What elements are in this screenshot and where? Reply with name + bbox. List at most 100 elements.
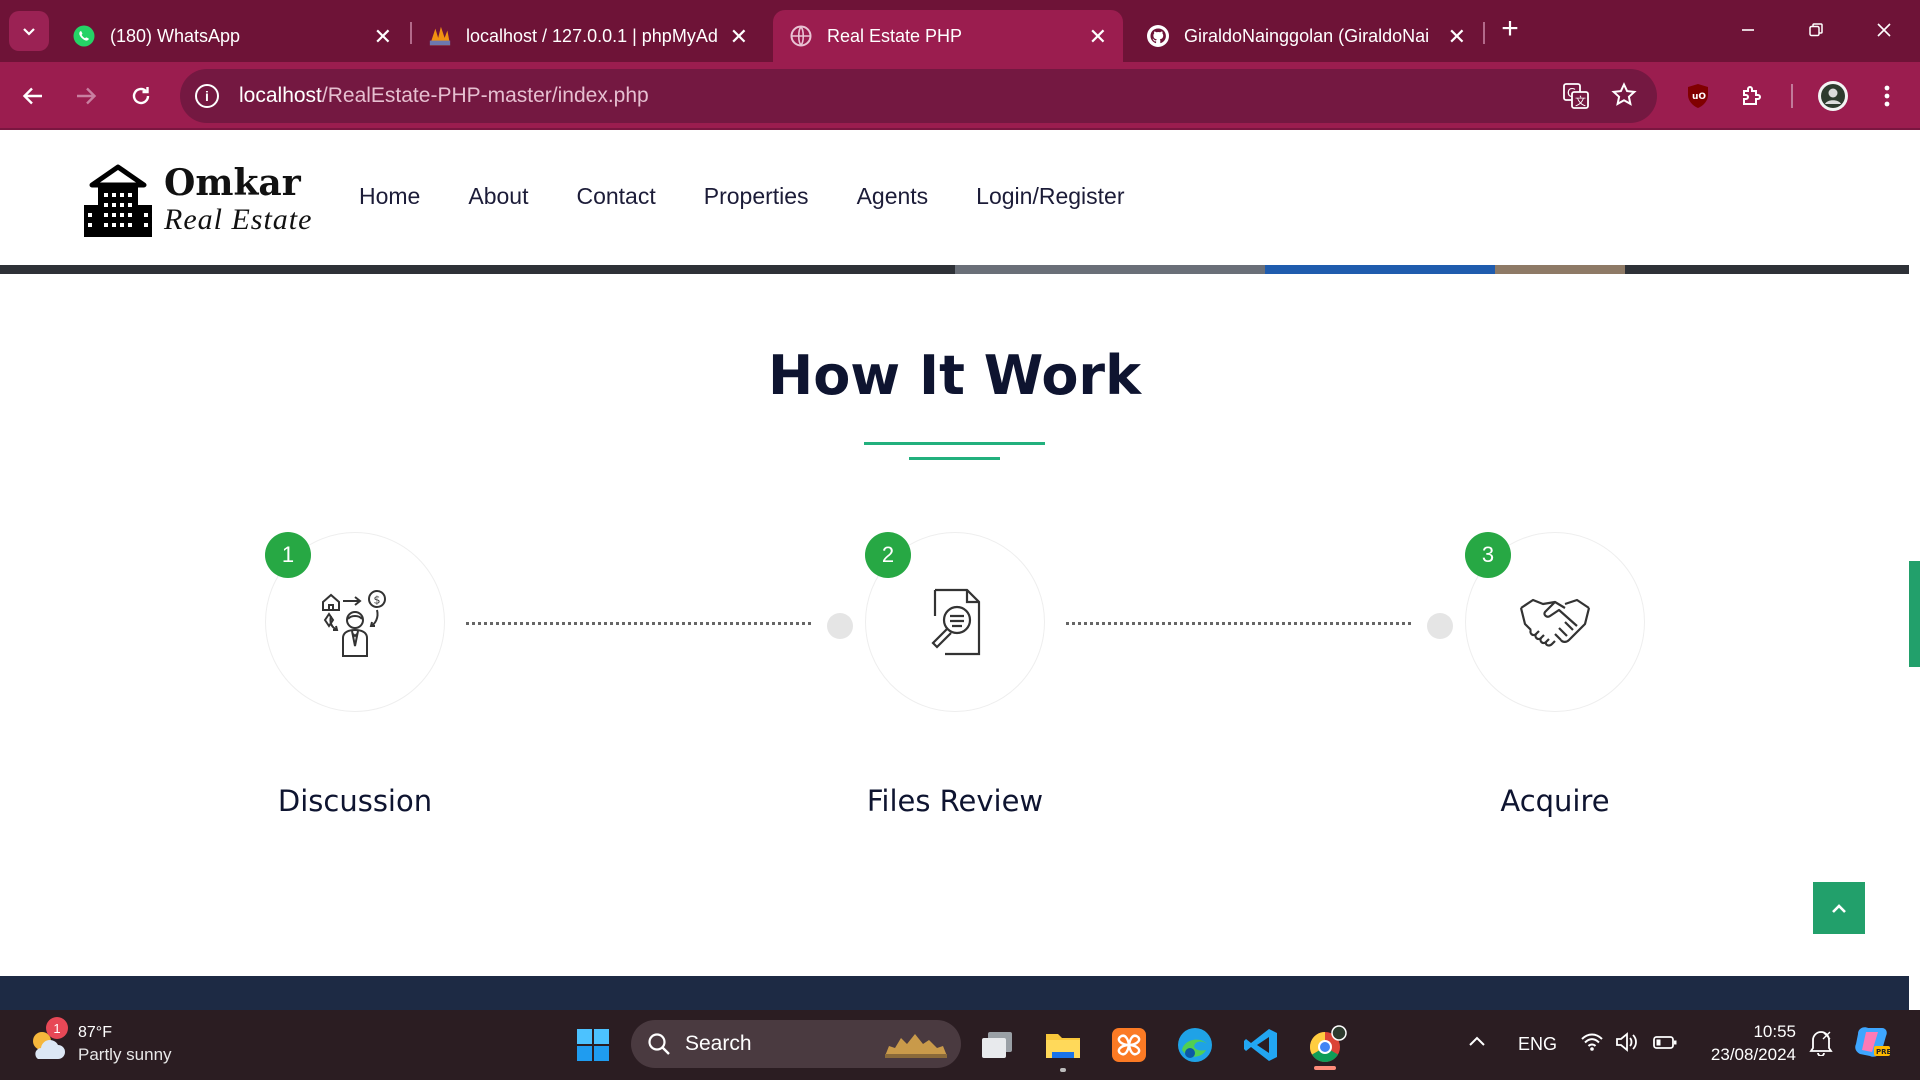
page-footer-edge [0,976,1909,1010]
step-connector [466,622,811,625]
tab-title: GiraldoNainggolan (GiraldoNai [1184,25,1430,46]
weather-widget[interactable]: 1 87°F Partly sunny [28,1017,172,1066]
close-window-button[interactable] [1864,10,1904,50]
search-icon [648,1033,670,1055]
ublock-origin-icon[interactable]: uO [1676,74,1720,118]
svg-text:$: $ [374,594,381,607]
file-explorer-button[interactable] [1041,1023,1085,1067]
windows-logo-icon [577,1029,609,1061]
plus-icon: + [1501,12,1519,45]
step-label-acquire: Acquire [1500,784,1610,818]
nav-link-about[interactable]: About [468,183,528,210]
reload-icon [132,87,150,105]
battery-icon[interactable] [1652,1032,1678,1057]
wifi-icon[interactable] [1580,1032,1604,1057]
taskbar-search[interactable]: Search [631,1020,961,1068]
input-language[interactable]: ENG [1518,1034,1557,1055]
restore-icon [1809,23,1823,37]
tab-whatsapp[interactable]: (180) WhatsApp ✕ [56,10,408,62]
nav-link-properties[interactable]: Properties [704,183,809,210]
page-scrollbar[interactable] [1909,131,1920,976]
notification-bell-icon[interactable] [1808,1028,1834,1061]
address-bar[interactable]: i localhost/RealEstate-PHP-master/index.… [180,69,1657,123]
step-number-badge: 1 [265,532,311,578]
step-connector-node [827,613,853,639]
tab-github[interactable]: GiraldoNainggolan (GiraldoNai ✕ [1130,10,1482,62]
url-path: /RealEstate-PHP-master/index.php [321,84,649,107]
close-icon[interactable]: ✕ [1089,24,1107,50]
tab-real-estate[interactable]: Real Estate PHP ✕ [773,10,1123,62]
back-to-top-button[interactable] [1813,882,1865,934]
volume-icon[interactable] [1615,1032,1639,1057]
partly-sunny-icon: 1 [28,1017,68,1063]
step-connector [1066,622,1411,625]
chevron-up-icon [1832,904,1846,913]
start-button[interactable] [571,1023,615,1067]
main-navigation: Home About Contact Properties Agents Log… [359,183,1172,210]
nav-link-login-register[interactable]: Login/Register [976,183,1124,210]
step-number-badge: 2 [865,532,911,578]
nav-link-home[interactable]: Home [359,183,420,210]
reload-button[interactable] [119,74,163,118]
edge-icon [1178,1028,1212,1062]
nav-link-contact[interactable]: Contact [576,183,655,210]
arrow-left-icon [22,87,42,105]
weather-text: 87°F Partly sunny [78,1022,172,1066]
xampp-icon [1112,1028,1146,1062]
browser-tab-bar: (180) WhatsApp ✕ localhost / 127.0.0.1 |… [0,0,1920,62]
site-info-icon[interactable]: i [195,84,219,108]
step-connector-node [1427,613,1453,639]
brand-name: Omkar [164,162,301,204]
step-number-badge: 3 [1465,532,1511,578]
weather-temperature: 87°F [78,1024,112,1041]
close-icon[interactable]: ✕ [730,24,748,50]
tab-phpmyadmin[interactable]: localhost / 127.0.0.1 | phpMyAd ✕ [412,10,764,62]
section-title: How It Work [768,344,1141,407]
search-highlight-image [879,1028,951,1060]
chrome-button[interactable] [1305,1023,1349,1067]
step-label-files-review: Files Review [866,784,1044,818]
restore-button[interactable] [1796,10,1836,50]
url-host: localhost [239,84,322,107]
task-view-button[interactable] [975,1023,1019,1067]
avatar-icon [1818,81,1848,111]
phpmyadmin-icon [428,24,452,48]
vscode-button[interactable] [1239,1023,1283,1067]
forward-button[interactable] [64,74,108,118]
close-icon[interactable]: ✕ [374,24,392,50]
back-button[interactable] [11,74,55,118]
clock-time: 10:55 [1753,1022,1796,1041]
translate-icon[interactable]: G文 [1562,82,1590,117]
extensions-puzzle-icon[interactable] [1730,74,1774,118]
url-text[interactable]: localhost/RealEstate-PHP-master/index.ph… [239,84,649,108]
tab-title: (180) WhatsApp [110,25,241,46]
nav-link-agents[interactable]: Agents [857,183,929,210]
browser-menu-button[interactable] [1865,74,1909,118]
folder-icon [1046,1034,1080,1058]
minimize-button[interactable] [1728,10,1768,50]
close-icon[interactable]: ✕ [1448,24,1466,50]
title-underline-short [909,457,1000,460]
edge-button[interactable] [1173,1023,1217,1067]
browser-toolbar: i localhost/RealEstate-PHP-master/index.… [0,62,1920,130]
page-scrollbar-thumb[interactable] [1909,561,1920,667]
chevron-down-icon [23,28,35,36]
profile-avatar[interactable] [1811,74,1855,118]
more-vertical-icon [1884,85,1890,107]
copilot-icon[interactable]: PRE [1852,1024,1892,1065]
system-clock[interactable]: 10:55 23/08/2024 [1700,1021,1796,1067]
tab-search-button[interactable] [9,11,49,51]
site-logo[interactable]: Omkar Real Estate [82,163,312,237]
globe-icon [789,24,813,48]
bookmark-star-icon[interactable] [1611,82,1637,115]
show-hidden-icons-button[interactable] [1468,1032,1486,1053]
new-tab-button[interactable]: + [1495,12,1525,46]
discussion-icon: $ [322,590,386,657]
xampp-button[interactable] [1107,1023,1151,1067]
scrollbar-track-end [1909,976,1920,1010]
weather-notification-badge: 1 [46,1017,68,1039]
hero-image-fragment [1495,265,1625,274]
files-review-icon [931,588,981,656]
arrow-right-icon [77,87,97,105]
hero-image-fragment [1265,265,1495,274]
